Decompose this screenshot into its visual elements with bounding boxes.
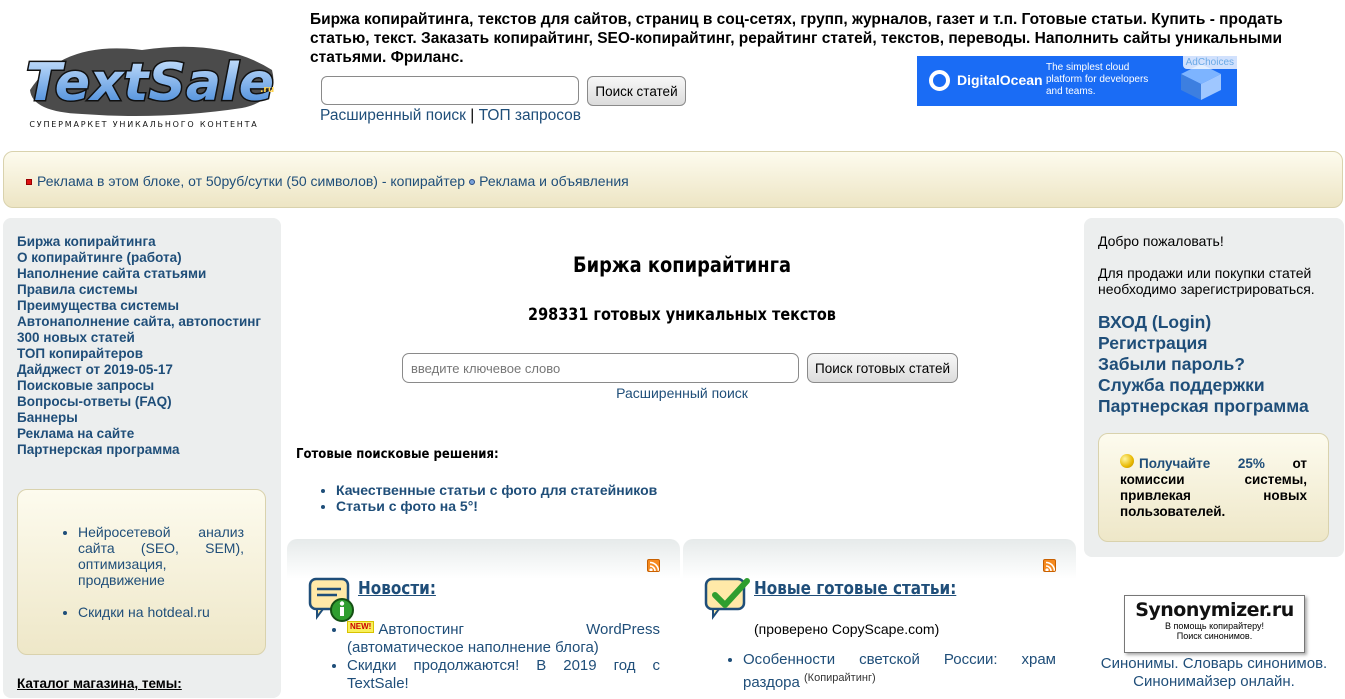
logo-tagline: СУПЕРМАРКЕТ УНИКАЛЬНОГО КОНТЕНТА bbox=[29, 120, 258, 129]
rss-icon[interactable] bbox=[647, 559, 660, 572]
top-search-input[interactable] bbox=[321, 76, 579, 105]
ad-banner[interactable]: DigitalOcean The simplest cloud platform… bbox=[917, 56, 1237, 106]
partner-percent-link[interactable]: Получайте 25% bbox=[1139, 456, 1265, 471]
right-sidebar: Добро пожаловать! Для продажи или покупк… bbox=[1084, 218, 1344, 557]
category-tag: (Копирайтинг) bbox=[804, 672, 876, 684]
synonyms-links: Синонимы. Словарь синонимов. Синонимайзе… bbox=[1084, 655, 1344, 691]
synonymizer-online-link[interactable]: Синонимайзер онлайн. bbox=[1084, 673, 1344, 691]
register-link[interactable]: Регистрация bbox=[1098, 333, 1309, 354]
advanced-search-link[interactable]: Расширенный поиск bbox=[320, 107, 466, 124]
ad-text: The simplest cloud platform for develope… bbox=[1046, 62, 1149, 97]
nav-item[interactable]: Реклама на сайте bbox=[17, 426, 272, 442]
nav-item[interactable]: Вопросы-ответы (FAQ) bbox=[17, 394, 272, 410]
support-link[interactable]: Служба поддержки bbox=[1098, 375, 1309, 396]
synonymizer-sub1: В помощь копирайтеру! bbox=[1164, 621, 1265, 631]
top-queries-link[interactable]: ТОП запросов bbox=[479, 107, 581, 124]
left-sidebar: Биржа копирайтинга О копирайтинге (работ… bbox=[3, 218, 281, 698]
nav-item[interactable]: Преимущества системы bbox=[17, 298, 272, 314]
new-badge: NEW! bbox=[347, 621, 375, 633]
nav-item[interactable]: Партнерская программа bbox=[17, 442, 272, 458]
ad-strip: Реклама в этом блоке, от 50руб/сутки (50… bbox=[3, 151, 1343, 208]
nav-item[interactable]: Баннеры bbox=[17, 410, 272, 426]
list-item: Качественные статьи с фото для статейник… bbox=[336, 482, 657, 498]
synonymizer-title: Synonymizer.ru bbox=[1135, 599, 1294, 621]
solutions-title: Готовые поисковые решения: bbox=[296, 447, 499, 462]
list-item: Статьи с фото на 5°! bbox=[336, 498, 657, 514]
nav-item[interactable]: Автонаполнение сайта, автопостинг bbox=[17, 314, 272, 330]
synonymizer-sub2: Поиск синонимов. bbox=[1176, 631, 1253, 641]
promo-list: Нейросетевой анализ сайта (SEO, SEM), оп… bbox=[78, 524, 244, 636]
catalog-title: Каталог магазина, темы: bbox=[17, 676, 182, 691]
main-search-button[interactable]: Поиск готовых статей bbox=[807, 353, 958, 383]
coin-icon bbox=[1120, 454, 1134, 468]
rss-icon[interactable] bbox=[1043, 559, 1056, 572]
ad-choices-link[interactable]: AdChoices bbox=[1182, 56, 1237, 69]
ad-block-link[interactable]: Реклама в этом блоке, от 50руб/сутки (50… bbox=[37, 173, 465, 189]
articles-list: Особенности светской России: храм раздор… bbox=[743, 651, 1056, 692]
hotdeal-link[interactable]: hotdeal.ru bbox=[147, 604, 209, 620]
partner-program-link[interactable]: Партнерская программа bbox=[1098, 396, 1309, 417]
news-panel: Новости: NEW!Автопостинг WordPress (авто… bbox=[287, 539, 680, 699]
ad-brand: DigitalOcean bbox=[957, 72, 1043, 88]
logo-graphic: TextSale .ru СУПЕРМАРКЕТ УНИКАЛЬНОГО КОН… bbox=[24, 46, 276, 129]
main-advanced-search-link[interactable]: Расширенный поиск bbox=[286, 385, 1078, 401]
promo-box: Нейросетевой анализ сайта (SEO, SEM), оп… bbox=[17, 489, 266, 655]
news-link[interactable]: Скидки продолжаются! В 2019 год с TextSa… bbox=[347, 657, 660, 692]
nav-item[interactable]: О копирайтинге (работа) bbox=[17, 250, 272, 266]
solution-link[interactable]: Статьи с фото на 5°! bbox=[336, 498, 478, 514]
news-item: Скидки продолжаются! В 2019 год с TextSa… bbox=[347, 657, 660, 693]
logo-domain: .ru bbox=[260, 85, 274, 95]
bullet-circle-icon bbox=[469, 179, 476, 186]
promo-item: Нейросетевой анализ сайта (SEO, SEM), оп… bbox=[78, 524, 244, 588]
top-links: Расширенный поиск | ТОП запросов bbox=[320, 107, 581, 125]
news-link[interactable]: Автопостинг WordPress (автоматическое на… bbox=[347, 621, 660, 656]
nav-item[interactable]: Наполнение сайта статьями bbox=[17, 266, 272, 282]
nav-item[interactable]: 300 новых статей bbox=[17, 330, 272, 346]
ad-strip-row: Реклама в этом блоке, от 50руб/сутки (50… bbox=[26, 173, 629, 189]
news-heading[interactable]: Новости: bbox=[358, 579, 436, 599]
register-note: Для продажи или покупки статей необходим… bbox=[1098, 265, 1315, 297]
main-search-input[interactable] bbox=[402, 353, 799, 383]
new-articles-heading[interactable]: Новые готовые статьи: bbox=[754, 579, 956, 599]
synonyms-dictionary-link[interactable]: Синонимы. Словарь синонимов. bbox=[1084, 655, 1344, 673]
page-title: Биржа копирайтинга bbox=[572, 253, 792, 277]
synonymizer-banner[interactable]: Synonymizer.ru В помощь копирайтеру! Пои… bbox=[1124, 595, 1305, 653]
bullet-square-icon bbox=[26, 179, 32, 186]
nav-item[interactable]: Дайджест от 2019-05-17 bbox=[17, 362, 272, 378]
top-search-button[interactable]: Поиск статей bbox=[587, 76, 686, 106]
solutions-list: Качественные статьи с фото для статейник… bbox=[319, 482, 657, 514]
seo-analysis-link[interactable]: Нейросетевой анализ сайта (SEO, SEM), оп… bbox=[78, 524, 244, 588]
partner-text: Получайте 25% от комиссии системы, привл… bbox=[1120, 454, 1307, 520]
checkmark-message-icon bbox=[704, 577, 750, 620]
partner-box: Получайте 25% от комиссии системы, привл… bbox=[1098, 433, 1329, 542]
digitalocean-logo-icon bbox=[929, 70, 950, 91]
ads-announcements-link[interactable]: Реклама и объявления bbox=[479, 173, 629, 189]
discount-prefix: Скидки на bbox=[78, 604, 148, 620]
new-articles-panel: Новые готовые статьи: (проверено CopySca… bbox=[683, 539, 1076, 699]
forgot-password-link[interactable]: Забыли пароль? bbox=[1098, 354, 1309, 375]
left-nav: Биржа копирайтинга О копирайтинге (работ… bbox=[17, 234, 272, 458]
account-links: ВХОД (Login) Регистрация Забыли пароль? … bbox=[1098, 312, 1309, 417]
article-item: Особенности светской России: храм раздор… bbox=[743, 651, 1056, 692]
nav-item[interactable]: ТОП копирайтеров bbox=[17, 346, 272, 362]
logo-text: TextSale bbox=[26, 53, 274, 113]
article-count: 298331 готовых уникальных текстов bbox=[528, 305, 836, 325]
news-list: NEW!Автопостинг WordPress (автоматическо… bbox=[347, 621, 660, 693]
nav-item[interactable]: Правила системы bbox=[17, 282, 272, 298]
news-item: NEW!Автопостинг WordPress (автоматическо… bbox=[347, 621, 660, 657]
promo-item: Скидки на hotdeal.ru bbox=[78, 604, 244, 620]
copyscape-note: (проверено CopyScape.com) bbox=[754, 621, 940, 637]
nav-item[interactable]: Биржа копирайтинга bbox=[17, 234, 272, 250]
solution-link[interactable]: Качественные статьи с фото для статейник… bbox=[336, 482, 657, 498]
site-logo[interactable]: TextSale .ru СУПЕРМАРКЕТ УНИКАЛЬНОГО КОН… bbox=[22, 30, 284, 130]
article-link[interactable]: Особенности светской России: храм раздор… bbox=[743, 651, 1056, 691]
welcome-text: Добро пожаловать! bbox=[1098, 233, 1224, 249]
login-link[interactable]: ВХОД (Login) bbox=[1098, 312, 1309, 333]
nav-item[interactable]: Поисковые запросы bbox=[17, 378, 272, 394]
news-info-icon bbox=[308, 577, 354, 622]
link-separator: | bbox=[470, 107, 475, 124]
